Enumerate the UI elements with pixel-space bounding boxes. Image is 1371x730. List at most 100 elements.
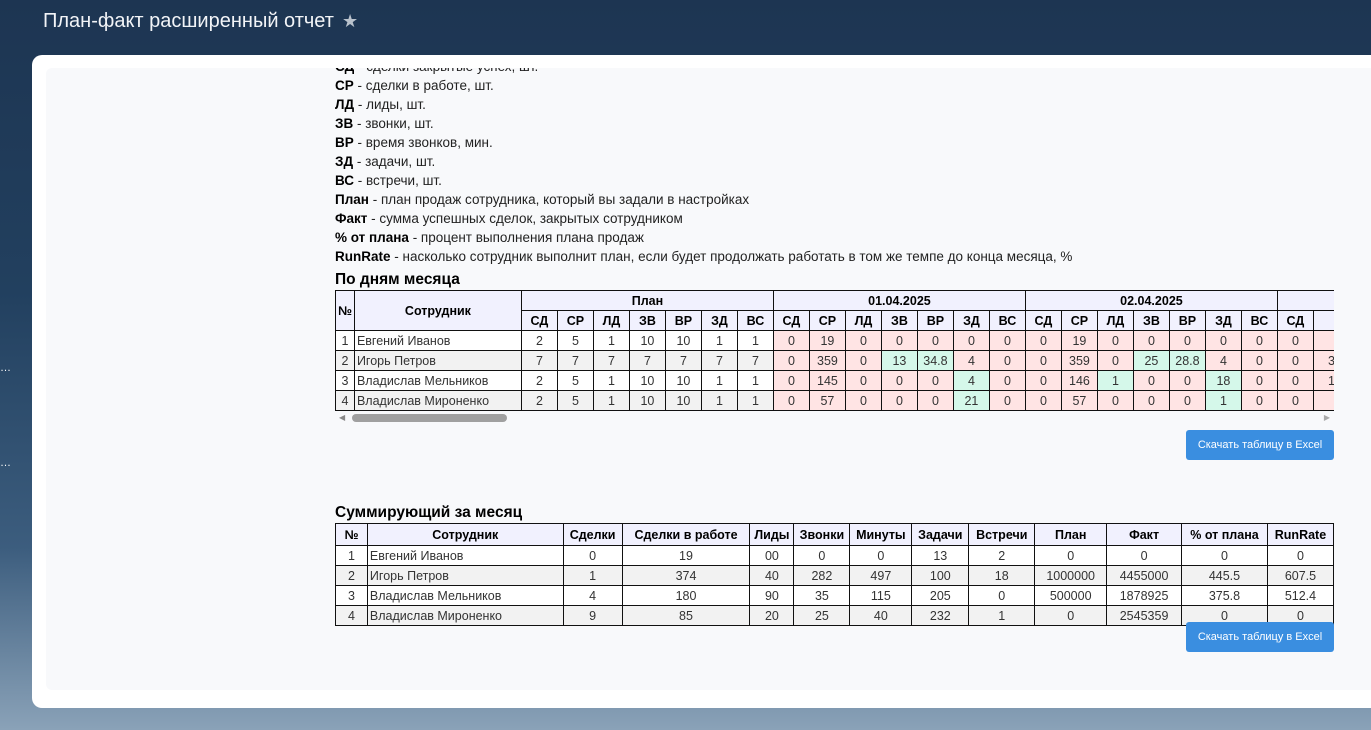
col-employee: Сотрудник [353, 290, 522, 331]
plan-cell: 1 [592, 370, 630, 391]
header-row: № Сотрудник Сделки Сделки в работе Лиды Звонк… [335, 523, 1335, 546]
summary-cell: 0 [1106, 545, 1183, 566]
legend: СД - сделки закрытые успех, шт.СР - сдел… [335, 68, 1371, 270]
summary-cell: 20 [749, 605, 795, 626]
daily-section-title: По дням месяца [335, 271, 460, 288]
fact-cell: 57 [1060, 390, 1098, 411]
col-date: 01.04.2025 [772, 290, 1026, 311]
summary-cell: 282 [793, 565, 851, 586]
fact-cell: 0 [1168, 390, 1206, 411]
fact-cell: 3 [1312, 350, 1334, 371]
legend-desc: - план продаж сотрудника, который вы зад… [368, 192, 750, 207]
subcol-header: ЛД [1096, 310, 1134, 331]
subcol-header: СР [808, 310, 846, 331]
fact-cell: 0 [880, 370, 918, 391]
legend-item: Факт - сумма успешных сделок, закрытых с… [335, 209, 1072, 228]
summary-cell: 1 [562, 565, 623, 586]
summary-cell: 90 [749, 585, 795, 606]
summary-cell: 0 [1181, 545, 1268, 566]
favorite-star-icon[interactable]: ★ [342, 11, 358, 32]
download-excel-button[interactable]: Скачать таблицу в Excel [1186, 430, 1334, 460]
summary-table: № Сотрудник Сделки Сделки в работе Лиды Звонк… [335, 523, 1335, 626]
sidebar-collapsed-item[interactable]: … [0, 362, 11, 374]
fact-cell: 0 [1132, 370, 1170, 391]
legend-item: План - план продаж сотрудника, который в… [335, 190, 1072, 209]
summary-cell: 40 [849, 605, 913, 626]
summary-cell: 2 [335, 565, 368, 586]
plan-cell: 5 [556, 370, 594, 391]
summary-cell: 1 [968, 605, 1036, 626]
employee-name: Владислав Мироненко [366, 605, 564, 626]
summary-cell: 85 [621, 605, 751, 626]
subcol-header: ЗД [700, 310, 738, 331]
summary-section-title: Суммирующий за месяц [335, 504, 523, 521]
fact-cell: 0 [880, 330, 918, 351]
employee-name: Владислав Мельников [366, 585, 564, 606]
fact-cell: 0 [1240, 370, 1278, 391]
subcol-header [1312, 310, 1334, 331]
fact-cell: 0 [1276, 370, 1314, 391]
fact-cell: 146 [1060, 370, 1098, 391]
fact-cell: 359 [808, 350, 846, 371]
fact-cell: 359 [1060, 350, 1098, 371]
fact-cell: 4 [952, 350, 990, 371]
horizontal-scrollbar[interactable]: ◀ ▶ [335, 411, 1334, 425]
summary-cell: 13 [911, 545, 970, 566]
legend-desc: - сделки закрытые успех, шт. [354, 68, 538, 74]
row-num: 1 [335, 330, 355, 351]
sidebar-collapsed-item[interactable]: … [0, 457, 11, 469]
fact-cell: 0 [880, 390, 918, 411]
daily-table-scroll[interactable]: № Сотрудник План 01.04.2025 02.04.2025 СД СР ЛД… [335, 290, 1334, 411]
fact-cell: 0 [1024, 330, 1062, 351]
fact-cell [1312, 330, 1334, 351]
summary-cell: 374 [621, 565, 751, 586]
legend-key: Факт [335, 211, 368, 226]
fact-cell: 0 [1096, 350, 1134, 371]
fact-cell: 0 [916, 370, 954, 391]
col-header: Факт [1106, 523, 1183, 546]
plan-cell: 1 [736, 330, 774, 351]
plan-cell: 1 [700, 390, 738, 411]
summary-cell: 375.8 [1181, 585, 1268, 606]
summary-cell: 232 [911, 605, 970, 626]
summary-cell: 0 [1266, 545, 1335, 566]
plan-cell: 2 [520, 330, 558, 351]
col-header: № [335, 523, 368, 546]
summary-cell: 2 [968, 545, 1036, 566]
fact-cell: 0 [1276, 330, 1314, 351]
summary-cell: 4 [335, 605, 368, 626]
scroll-left-arrow-icon[interactable]: ◀ [339, 413, 345, 422]
col-header: % от плана [1181, 523, 1268, 546]
scrollbar-thumb[interactable] [352, 414, 507, 422]
scroll-right-arrow-icon[interactable]: ▶ [1324, 413, 1330, 422]
plan-cell: 7 [700, 350, 738, 371]
table-row: 2 Игорь Петров 7 7 7 7 7 7 7 0 359 0 13 34.8 4 0 0 359 0 25… [335, 350, 1334, 371]
fact-cell: 0 [1168, 370, 1206, 391]
summary-cell: 500000 [1034, 585, 1108, 606]
employee-name: Евгений Иванов [353, 330, 522, 351]
fact-cell: 0 [1276, 350, 1314, 371]
fact-cell: 0 [1240, 330, 1278, 351]
col-header: Сделки в работе [621, 523, 751, 546]
plan-cell: 2 [520, 390, 558, 411]
summary-cell: 512.4 [1266, 585, 1335, 606]
row-num: 2 [335, 350, 355, 371]
legend-desc: - задачи, шт. [353, 154, 436, 169]
fact-cell: 4 [1204, 350, 1242, 371]
subcol-header: ЗД [952, 310, 990, 331]
legend-item: СД - сделки закрытые успех, шт. [335, 68, 1072, 76]
legend-item: ЗВ - звонки, шт. [335, 114, 1072, 133]
plan-cell: 2 [520, 370, 558, 391]
download-summary-excel-button[interactable]: Скачать таблицу в Excel [1186, 622, 1334, 652]
legend-desc: - сумма успешных сделок, закрытых сотруд… [367, 211, 683, 226]
table-row: 2 Игорь Петров 1 374 40 282 497 100 18 1000000 445… [335, 565, 1335, 586]
fact-cell: 0 [772, 330, 810, 351]
fact-cell: 0 [844, 330, 882, 351]
summary-cell: 25 [793, 605, 851, 626]
table-row: 4 Владислав Мироненко 9 85 20 25 40 232 1 0 254535… [335, 605, 1335, 626]
fact-cell: 0 [844, 350, 882, 371]
fact-cell: 57 [808, 390, 846, 411]
summary-cell: 1878925 [1106, 585, 1183, 606]
plan-cell: 5 [556, 390, 594, 411]
summary-cell: 0 [562, 545, 623, 566]
